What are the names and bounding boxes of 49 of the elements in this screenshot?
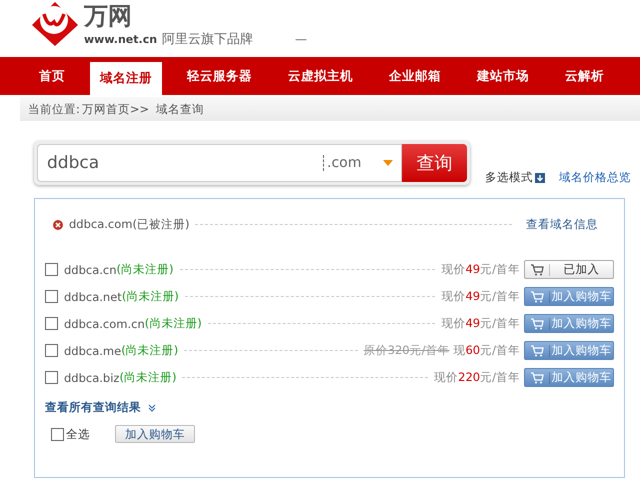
logo-text: 万网	[84, 2, 133, 30]
domain-status: (尚未注册)	[144, 316, 202, 331]
nav-tab[interactable]: 企业邮箱	[378, 57, 452, 95]
add-to-cart-button[interactable]: 加入购物车	[115, 425, 195, 443]
nav-tab[interactable]: 建站市场	[466, 57, 540, 95]
logo-url: www.net.cn	[84, 33, 158, 46]
nav-tab[interactable]: 首页	[28, 57, 76, 95]
view-all-link[interactable]: 查看所有查询结果	[45, 400, 614, 415]
domain-name: ddbca.net	[64, 290, 122, 304]
price-text: 现价49元/首年	[441, 262, 520, 277]
price-text: 现60元/首年	[453, 343, 520, 358]
checkbox[interactable]	[45, 344, 58, 357]
chevron-down-icon	[147, 402, 157, 412]
domain-name: ddbca.biz	[64, 370, 120, 384]
checkbox[interactable]	[45, 290, 58, 303]
breadcrumb-link[interactable]: 万网首页>>	[82, 102, 150, 116]
breadcrumb-label: 当前位置:	[28, 102, 80, 116]
domain-status: (尚未注册)	[119, 370, 176, 385]
domain-status: (尚未注册)	[121, 343, 178, 358]
domain-info-link[interactable]: 查看域名信息	[526, 217, 598, 232]
domain-status: (尚未注册)	[116, 262, 174, 277]
cart-button[interactable]: 已加入	[524, 260, 614, 279]
checkbox[interactable]	[45, 263, 58, 276]
price-text: 现价220元/首年	[434, 370, 520, 385]
checkbox[interactable]	[45, 317, 58, 330]
breadcrumb-current: 域名查询	[156, 102, 204, 116]
domain-name: ddbca.cn	[64, 262, 117, 276]
download-icon	[535, 172, 545, 182]
logo-icon	[30, 0, 80, 46]
price-overview-link[interactable]: 域名价格总览	[559, 170, 631, 185]
checkbox[interactable]	[51, 428, 64, 440]
domain-status: (尚未注册)	[122, 289, 179, 304]
checkbox[interactable]	[45, 371, 58, 384]
price-text: 现价49元/首年	[441, 316, 520, 331]
domain-name: ddbca.com.cn	[64, 316, 145, 330]
nav-tab[interactable]: 云虚拟主机	[277, 57, 364, 95]
nav-tab[interactable]: 云解析	[554, 57, 615, 95]
multi-select-toggle[interactable]: 多选模式	[485, 170, 545, 185]
nav-tab[interactable]: 域名注册	[90, 62, 162, 95]
original-price: 原价320元/首年	[364, 343, 450, 358]
nav-tab[interactable]: 轻云服务器	[176, 57, 263, 95]
domain-name: ddbca.com(已被注册)	[69, 217, 190, 232]
price-text: 现价49元/首年	[441, 289, 520, 304]
dash-mark: —	[295, 32, 307, 46]
error-icon	[53, 220, 63, 230]
slogan: 阿里云旗下品牌	[162, 31, 254, 48]
select-all-label: 全选	[66, 426, 90, 442]
domain-name: ddbca.me	[64, 344, 122, 358]
search-button[interactable]: 查询	[402, 144, 467, 182]
